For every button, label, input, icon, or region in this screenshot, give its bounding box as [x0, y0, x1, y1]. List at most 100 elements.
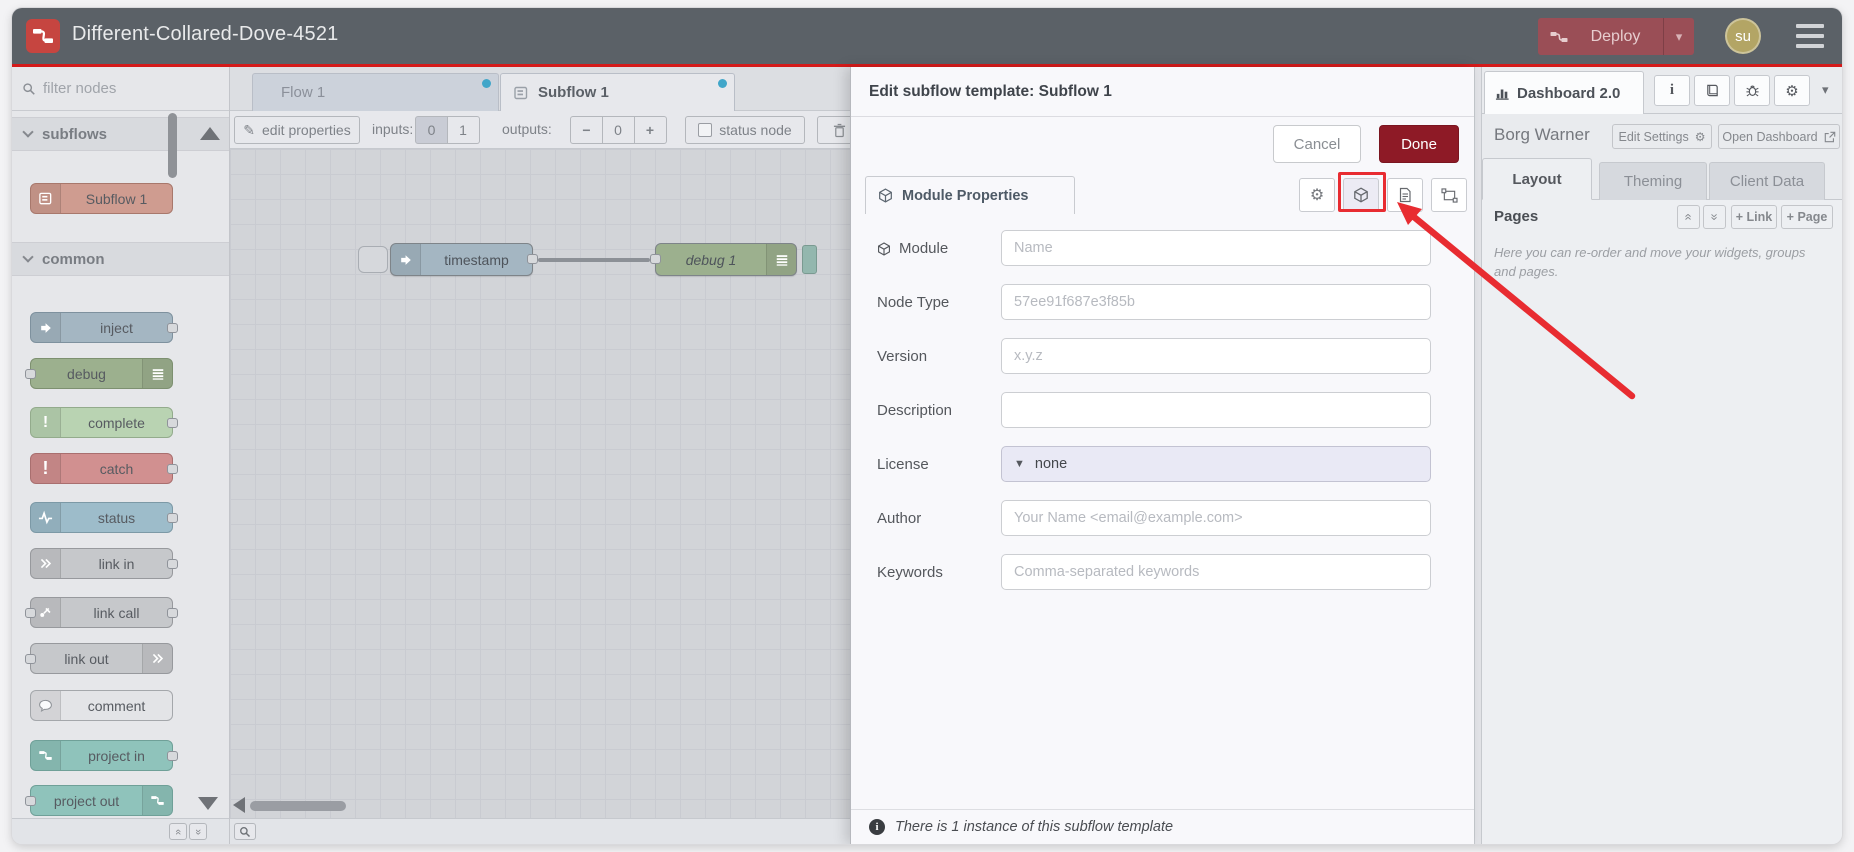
caret-down-icon: ▼ — [1014, 458, 1025, 470]
license-select[interactable]: ▼ none — [1001, 446, 1431, 482]
palette-filter-input[interactable] — [43, 80, 203, 97]
output-port[interactable] — [527, 254, 538, 264]
keywords-input[interactable] — [1001, 554, 1431, 590]
workspace-title: Different-Collared-Dove-4521 — [72, 23, 339, 45]
tab-layout[interactable]: Layout — [1482, 158, 1592, 200]
chevron-down-icon — [22, 126, 34, 138]
sidebar-options-caret-icon[interactable]: ▾ — [1822, 82, 1829, 98]
description-field-label: Description — [877, 402, 953, 419]
input-port[interactable] — [650, 254, 661, 264]
module-input[interactable] — [1001, 230, 1431, 266]
pages-move-down-button[interactable]: » — [1703, 205, 1726, 229]
help-sidebar-button[interactable] — [1694, 75, 1730, 106]
deploy-button[interactable]: Deploy ▾ — [1538, 18, 1694, 55]
exclamation-icon: ! — [31, 408, 61, 437]
dashboard-project-name: Borg Warner — [1494, 125, 1590, 144]
add-link-button[interactable]: + Link — [1731, 205, 1777, 229]
pages-help-text: Here you can re-order and move your widg… — [1494, 245, 1806, 279]
status-node-toggle[interactable]: status node — [685, 116, 805, 144]
palette-node-project-in[interactable]: project in — [30, 740, 178, 771]
edit-properties-button[interactable]: ✎ edit properties — [234, 116, 360, 144]
tab-subflow-1[interactable]: Subflow 1 — [500, 73, 735, 111]
palette-category-subflows[interactable]: subflows — [12, 117, 229, 151]
app-window: Different-Collared-Dove-4521 Deploy ▾ su — [12, 8, 1842, 844]
canvas-horizontal-scrollbar-thumb[interactable] — [250, 801, 346, 811]
debug-enable-toggle[interactable] — [802, 245, 817, 274]
tab-module-properties[interactable]: Module Properties — [865, 176, 1075, 214]
edit-settings-button[interactable]: Edit Settings ⚙ — [1612, 124, 1712, 149]
palette-node-complete[interactable]: ! complete — [30, 407, 178, 438]
debug-sidebar-button[interactable] — [1734, 75, 1770, 106]
palette-node-comment[interactable]: comment — [30, 690, 173, 721]
open-dashboard-button[interactable]: Open Dashboard — [1718, 124, 1840, 149]
wire-timestamp-to-debug — [538, 258, 650, 262]
add-page-button[interactable]: + Page — [1781, 205, 1833, 229]
pages-move-up-button[interactable]: « — [1677, 205, 1700, 229]
palette-filter[interactable] — [12, 67, 229, 111]
gear-icon: ⚙ — [1785, 82, 1799, 100]
tab-client-data[interactable]: Client Data — [1709, 162, 1825, 200]
palette-scroll-down-arrow[interactable] — [198, 797, 218, 810]
node-debug-1[interactable]: debug 1 — [650, 243, 797, 276]
output-port — [167, 323, 178, 333]
instance-count-note: There is 1 instance of this subflow temp… — [895, 819, 1174, 835]
palette-collapse-up-button[interactable]: « — [169, 823, 187, 840]
canvas-scroll-left-arrow[interactable] — [233, 797, 245, 813]
edit-properties-pane-button[interactable]: ⚙ — [1299, 178, 1335, 212]
palette-node-link-in[interactable]: link in — [30, 548, 178, 579]
done-button[interactable]: Done — [1379, 125, 1459, 163]
exclamation-icon: ! — [31, 454, 61, 483]
outputs-minus-button[interactable]: − — [570, 116, 603, 144]
book-icon — [1706, 84, 1718, 97]
palette-collapse-down-button[interactable]: » — [189, 823, 207, 840]
link-icon — [142, 644, 172, 673]
link-icon — [31, 549, 61, 578]
author-field-label: Author — [877, 510, 922, 527]
palette-category-common[interactable]: common — [12, 242, 229, 276]
sidebar-tab-bar: Dashboard 2.0 i ⚙ ▾ — [1482, 67, 1842, 114]
user-avatar[interactable]: su — [1725, 18, 1761, 54]
info-icon: i — [869, 819, 885, 835]
inputs-option-0[interactable]: 0 — [415, 116, 448, 144]
version-input[interactable] — [1001, 338, 1431, 374]
module-field-label: Module — [877, 240, 948, 257]
subflow-icon — [514, 86, 528, 99]
palette-node-subflow-1[interactable]: Subflow 1 — [30, 183, 173, 214]
canvas-zoom-search-button[interactable] — [234, 823, 256, 840]
main-menu-button[interactable] — [1796, 24, 1824, 48]
node-type-input[interactable] — [1001, 284, 1431, 320]
cancel-button[interactable]: Cancel — [1273, 125, 1361, 163]
palette-node-inject[interactable]: inject — [30, 312, 178, 343]
description-pane-button[interactable] — [1387, 178, 1423, 212]
sidebar-splitter[interactable] — [1474, 67, 1482, 844]
description-input[interactable] — [1001, 392, 1431, 428]
tab-flow-1[interactable]: Flow 1 — [252, 73, 499, 111]
inputs-label: inputs: — [372, 121, 414, 137]
node-red-logo-icon — [31, 741, 61, 770]
palette-scrollbar-thumb[interactable] — [168, 113, 177, 178]
palette-node-catch[interactable]: ! catch — [30, 453, 178, 484]
config-sidebar-button[interactable]: ⚙ — [1774, 75, 1810, 106]
info-sidebar-button[interactable]: i — [1654, 75, 1690, 106]
author-input[interactable] — [1001, 500, 1431, 536]
node-timestamp[interactable]: timestamp — [390, 243, 538, 276]
status-node-checkbox[interactable] — [698, 123, 713, 137]
palette-node-link-out[interactable]: link out — [25, 643, 173, 674]
inputs-option-1[interactable]: 1 — [447, 116, 480, 144]
palette-node-status[interactable]: status — [30, 502, 178, 533]
search-icon — [240, 826, 251, 837]
comment-bubble-icon — [31, 691, 61, 720]
outputs-plus-button[interactable]: + — [634, 116, 667, 144]
palette-node-debug[interactable]: debug — [25, 358, 173, 389]
appearance-pane-button[interactable] — [1431, 178, 1467, 212]
inject-trigger-button[interactable] — [358, 246, 388, 273]
output-port — [167, 513, 178, 523]
palette-scroll-area[interactable]: subflows Subflow 1 common inject debug !… — [12, 111, 229, 818]
deploy-options-caret-icon[interactable]: ▾ — [1664, 29, 1694, 45]
palette-scroll-up-arrow[interactable] — [200, 127, 220, 140]
palette-node-link-call[interactable]: link call — [25, 597, 178, 628]
tab-dashboard-2[interactable]: Dashboard 2.0 — [1484, 71, 1644, 114]
tab-theming[interactable]: Theming — [1599, 162, 1707, 200]
palette-node-project-out[interactable]: project out — [25, 785, 173, 816]
layout-panel: Pages « » + Link + Page Here you can re-… — [1482, 200, 1842, 844]
